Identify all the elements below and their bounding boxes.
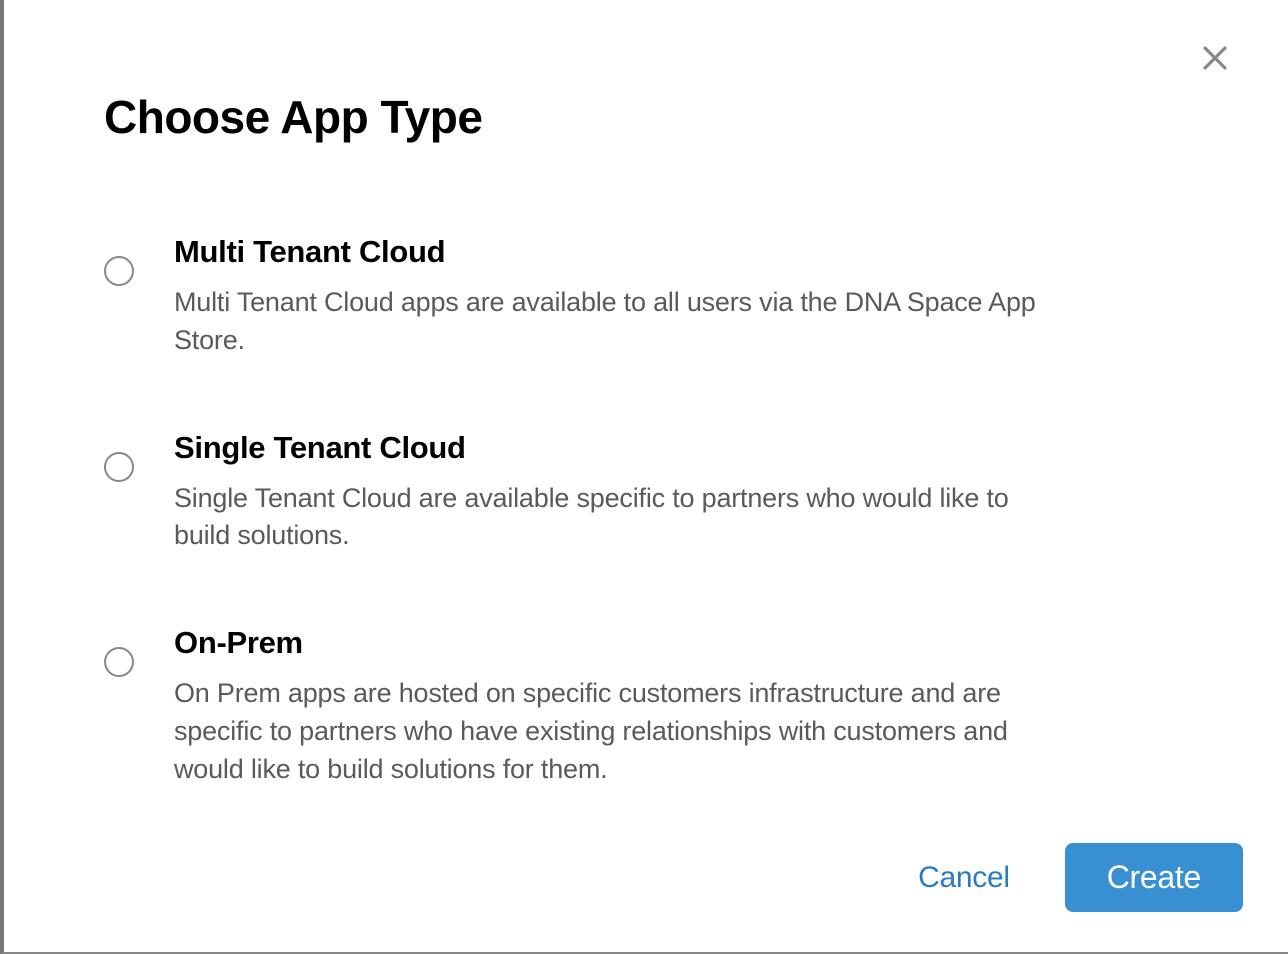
option-text: On-Prem On Prem apps are hosted on speci… xyxy=(174,625,1188,788)
close-button[interactable] xyxy=(1197,40,1233,76)
option-title: Single Tenant Cloud xyxy=(174,430,1058,466)
radio-multi-tenant-cloud[interactable] xyxy=(104,256,134,286)
option-text: Single Tenant Cloud Single Tenant Cloud … xyxy=(174,430,1188,556)
option-description: Multi Tenant Cloud apps are available to… xyxy=(174,284,1058,360)
modal-footer: Cancel Create xyxy=(918,843,1243,912)
create-button[interactable]: Create xyxy=(1065,843,1243,912)
choose-app-type-modal: Choose App Type Multi Tenant Cloud Multi… xyxy=(4,0,1288,952)
option-single-tenant-cloud[interactable]: Single Tenant Cloud Single Tenant Cloud … xyxy=(104,430,1188,556)
radio-on-prem[interactable] xyxy=(104,647,134,677)
option-description: Single Tenant Cloud are available specif… xyxy=(174,480,1058,556)
radio-single-tenant-cloud[interactable] xyxy=(104,452,134,482)
option-title: On-Prem xyxy=(174,625,1058,661)
option-description: On Prem apps are hosted on specific cust… xyxy=(174,675,1058,788)
option-title: Multi Tenant Cloud xyxy=(174,234,1058,270)
app-type-options: Multi Tenant Cloud Multi Tenant Cloud ap… xyxy=(104,234,1188,789)
option-on-prem[interactable]: On-Prem On Prem apps are hosted on speci… xyxy=(104,625,1188,788)
option-text: Multi Tenant Cloud Multi Tenant Cloud ap… xyxy=(174,234,1188,360)
option-multi-tenant-cloud[interactable]: Multi Tenant Cloud Multi Tenant Cloud ap… xyxy=(104,234,1188,360)
modal-title: Choose App Type xyxy=(104,90,1188,144)
close-icon xyxy=(1200,43,1230,73)
cancel-button[interactable]: Cancel xyxy=(918,861,1010,895)
